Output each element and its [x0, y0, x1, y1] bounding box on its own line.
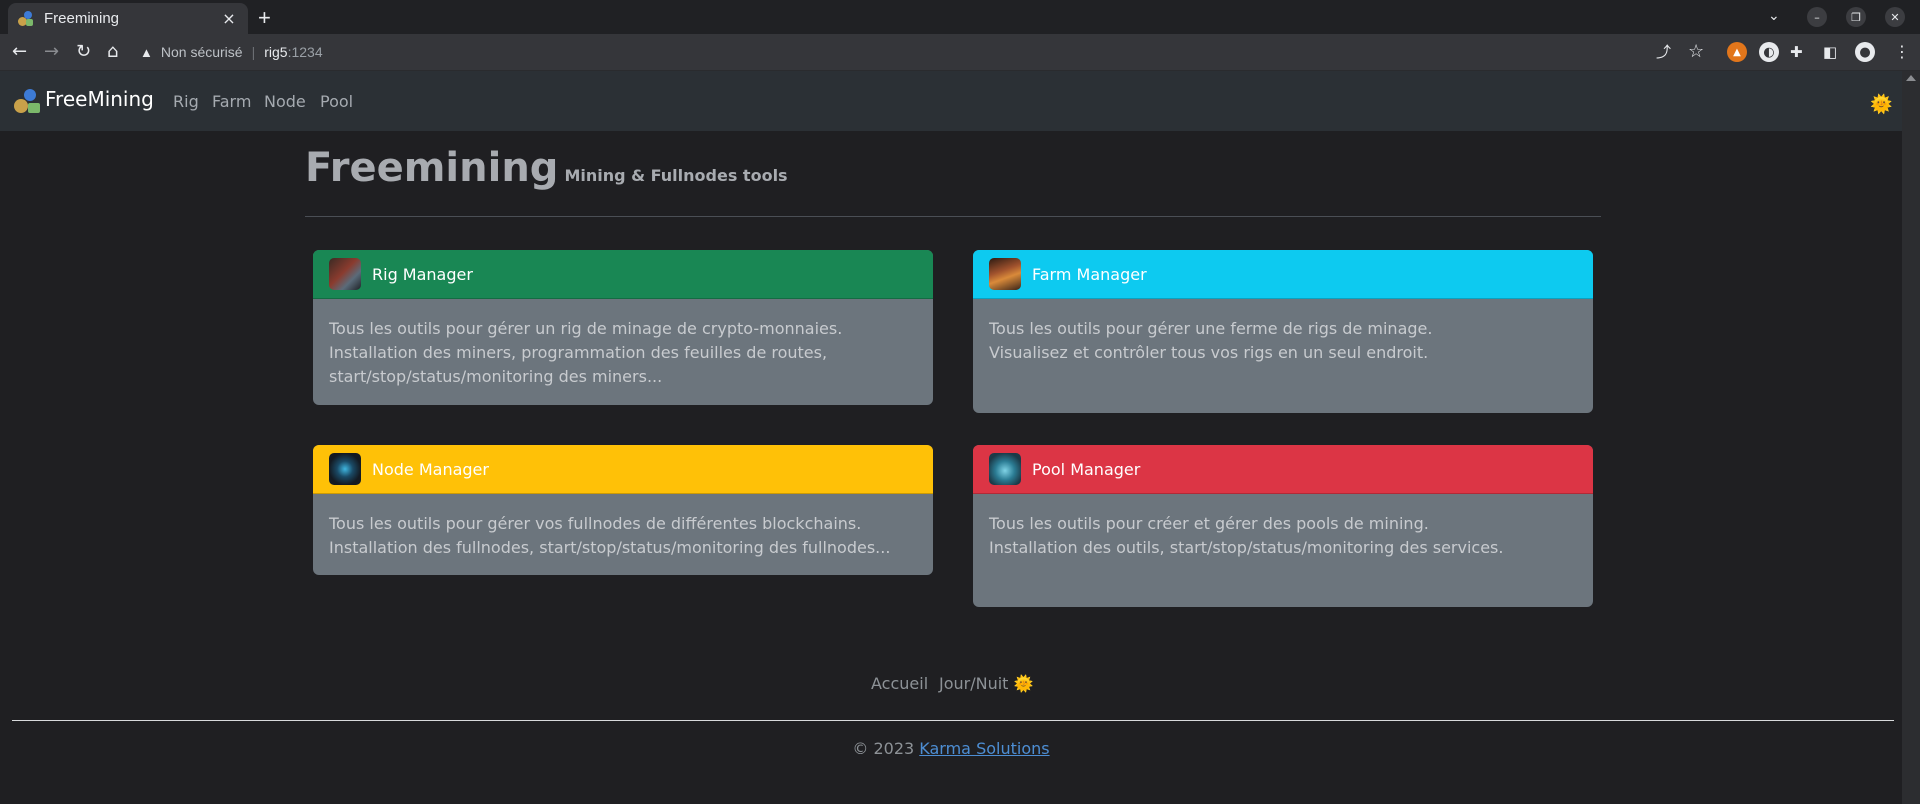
- page-subtitle: Mining & Fullnodes tools: [564, 166, 788, 185]
- card-description-line: Tous les outils pour créer et gérer des …: [989, 514, 1429, 533]
- card-description-line: Installation des miners, programmation d…: [329, 343, 828, 362]
- page-header: Freemining Mining & Fullnodes tools: [305, 145, 788, 191]
- extensions-puzzle-icon[interactable]: ✚: [1790, 41, 1803, 63]
- node-manager-icon: [329, 453, 361, 485]
- nav-link-rig[interactable]: Rig: [173, 92, 199, 111]
- farm-manager-card[interactable]: Farm Manager Tous les outils pour gérer …: [973, 250, 1593, 413]
- url-port: :1234: [287, 44, 323, 60]
- card-description-line: start/stop/status/monitoring des miners.…: [329, 367, 663, 386]
- tab-close-icon[interactable]: ×: [220, 9, 238, 28]
- back-icon[interactable]: ←: [12, 41, 27, 63]
- daynight-sun-icon: 🌞: [1013, 674, 1034, 693]
- farm-manager-title[interactable]: Farm Manager: [1032, 265, 1147, 284]
- farm-manager-card-header[interactable]: Farm Manager: [973, 250, 1593, 299]
- page-scrollbar[interactable]: [1902, 71, 1920, 804]
- rig-manager-title[interactable]: Rig Manager: [372, 265, 473, 284]
- address-separator: |: [251, 44, 256, 60]
- pool-manager-body: Tous les outils pour créer et gérer des …: [973, 494, 1593, 560]
- freemining-logo-icon[interactable]: [14, 89, 41, 115]
- url-host: rig5: [264, 44, 288, 60]
- nav-link-node[interactable]: Node: [264, 92, 306, 111]
- footer-daynight-toggle[interactable]: Jour/Nuit 🌞: [939, 674, 1033, 693]
- browser-menu-icon[interactable]: ⋮: [1894, 41, 1910, 63]
- bookmark-star-icon[interactable]: ☆: [1688, 41, 1704, 63]
- restore-icon[interactable]: ❐: [1846, 7, 1866, 27]
- rig-manager-card[interactable]: Rig Manager Tous les outils pour gérer u…: [313, 250, 933, 405]
- farm-manager-body: Tous les outils pour gérer une ferme de …: [973, 299, 1593, 365]
- card-description-line: Tous les outils pour gérer vos fullnodes…: [329, 514, 862, 533]
- browser-tab-bar: Freemining × + ⌄ – ❐ ✕: [0, 0, 1920, 34]
- card-description-line: Tous les outils pour gérer une ferme de …: [989, 319, 1433, 338]
- warning-icon[interactable]: ▲: [140, 45, 153, 60]
- new-tab-icon[interactable]: +: [258, 5, 271, 31]
- minimize-icon[interactable]: –: [1807, 7, 1827, 27]
- pool-manager-card-header[interactable]: Pool Manager: [973, 445, 1593, 494]
- scroll-up-icon[interactable]: [1906, 75, 1916, 81]
- card-description-line: Installation des fullnodes, start/stop/s…: [329, 538, 891, 557]
- pool-manager-card[interactable]: Pool Manager Tous les outils pour créer …: [973, 445, 1593, 607]
- share-icon[interactable]: ⤴: [1656, 41, 1671, 63]
- metamask-extension-icon[interactable]: ▲: [1727, 42, 1747, 62]
- node-manager-card[interactable]: Node Manager Tous les outils pour gérer …: [313, 445, 933, 575]
- page-title: Freemining: [305, 145, 559, 191]
- site-navbar: FreeMining Rig Farm Node Pool 🌞: [0, 71, 1902, 131]
- node-manager-title[interactable]: Node Manager: [372, 460, 489, 479]
- copyright-text: © 2023: [852, 739, 920, 758]
- nav-link-pool[interactable]: Pool: [320, 92, 353, 111]
- rig-manager-card-header[interactable]: Rig Manager: [313, 250, 933, 299]
- side-panel-icon[interactable]: ◧: [1823, 41, 1837, 63]
- pool-manager-icon: [989, 453, 1021, 485]
- node-manager-body: Tous les outils pour gérer vos fullnodes…: [313, 494, 933, 560]
- company-link[interactable]: Karma Solutions: [919, 739, 1049, 758]
- card-description-line: Visualisez et contrôler tous vos rigs en…: [989, 343, 1429, 362]
- node-manager-card-header[interactable]: Node Manager: [313, 445, 933, 494]
- forward-icon[interactable]: →: [44, 41, 59, 63]
- close-window-icon[interactable]: ✕: [1885, 7, 1905, 27]
- footer-home-link[interactable]: Accueil: [871, 674, 928, 693]
- home-icon[interactable]: ⌂: [107, 41, 118, 63]
- card-description-line: Tous les outils pour gérer un rig de min…: [329, 319, 843, 338]
- reload-icon[interactable]: ↻: [76, 41, 91, 63]
- card-description-line: Installation des outils, start/stop/stat…: [989, 538, 1504, 557]
- rig-manager-body: Tous les outils pour gérer un rig de min…: [313, 299, 933, 389]
- theme-toggle-sun-icon[interactable]: 🌞: [1870, 94, 1892, 115]
- browser-tab[interactable]: Freemining ×: [8, 3, 248, 34]
- rig-manager-icon: [329, 258, 361, 290]
- freemining-favicon-icon: [18, 10, 34, 27]
- tab-title: Freemining: [44, 10, 120, 27]
- brand-link[interactable]: FreeMining: [45, 87, 154, 111]
- nav-link-farm[interactable]: Farm: [212, 92, 251, 111]
- footer-divider: [12, 720, 1894, 721]
- profile-avatar-icon[interactable]: ●: [1855, 42, 1875, 62]
- header-divider: [305, 216, 1601, 217]
- pool-manager-title[interactable]: Pool Manager: [1032, 460, 1140, 479]
- address-bar[interactable]: ▲ Non sécurisé | rig5:1234: [140, 40, 323, 64]
- browser-toolbar: ← → ↻ ⌂ ▲ Non sécurisé | rig5:1234 ⤴ ☆ ▲…: [0, 34, 1920, 71]
- daynight-label: Jour/Nuit: [939, 674, 1009, 693]
- copyright: © 2023 Karma Solutions: [0, 739, 1902, 758]
- extension-circle-icon[interactable]: ◐: [1759, 42, 1779, 62]
- security-label[interactable]: Non sécurisé: [161, 44, 243, 60]
- tab-search-icon[interactable]: ⌄: [1768, 8, 1780, 24]
- farm-manager-icon: [989, 258, 1021, 290]
